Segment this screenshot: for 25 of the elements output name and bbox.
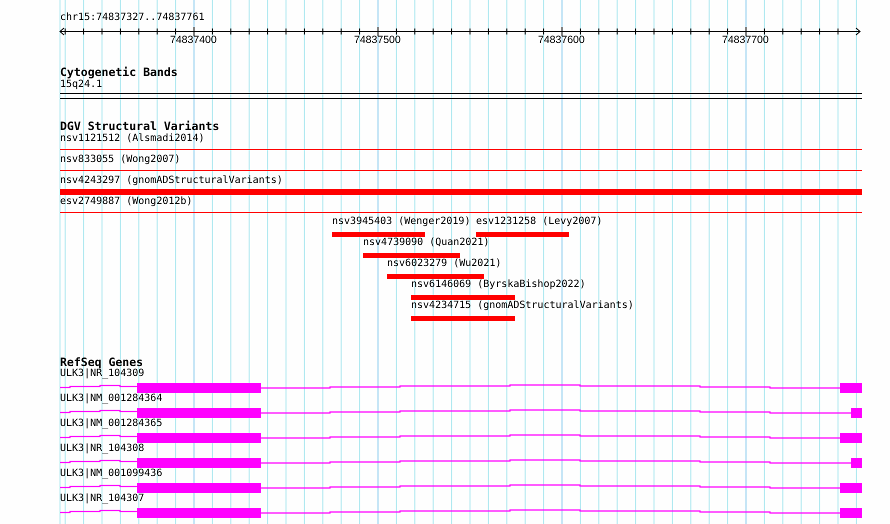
feature-label: esv1231258 (Levy2007)	[476, 216, 602, 228]
track-title: Cytogenetic Bands	[60, 66, 178, 79]
feature-label: nsv833055 (Wong2007)	[60, 154, 180, 166]
gene-label: ULK3|NR_104308	[60, 443, 144, 455]
tick-label: 74837400	[170, 34, 217, 46]
gene-label: ULK3|NR_104309	[60, 368, 144, 380]
feature-label: nsv4739090 (Quan2021)	[363, 237, 490, 249]
tick-label: 74837500	[354, 34, 401, 46]
feature-label: nsv6146069 (ByrskaBishop2022)	[411, 279, 586, 291]
feature-label: esv2749887 (Wong2012b)	[60, 196, 192, 208]
location-label: chr15:74837327..74837761	[60, 12, 204, 24]
feature-label: nsv6023279 (Wu2021)	[387, 258, 502, 270]
feature-label: nsv4234715 (gnomADStructuralVariants)	[411, 300, 634, 312]
gene-label: ULK3|NR_104307	[60, 493, 144, 505]
tick-label: 74837600	[538, 34, 585, 46]
tick-label: 74837700	[722, 34, 769, 46]
gene-label: ULK3|NM_001284364	[60, 393, 162, 405]
track-title: DGV Structural Variants	[60, 120, 220, 133]
feature-label: nsv1121512 (Alsmadi2014)	[60, 133, 204, 145]
feature-label: nsv4243297 (gnomADStructuralVariants)	[60, 175, 283, 187]
band-label: 15q24.1	[60, 79, 102, 91]
gene-label: ULK3|NM_001284365	[60, 418, 162, 430]
feature-label: nsv3945403 (Wenger2019)	[332, 216, 470, 228]
gene-label: ULK3|NM_001099436	[60, 468, 162, 480]
track-title: RefSeq Genes	[60, 356, 144, 369]
